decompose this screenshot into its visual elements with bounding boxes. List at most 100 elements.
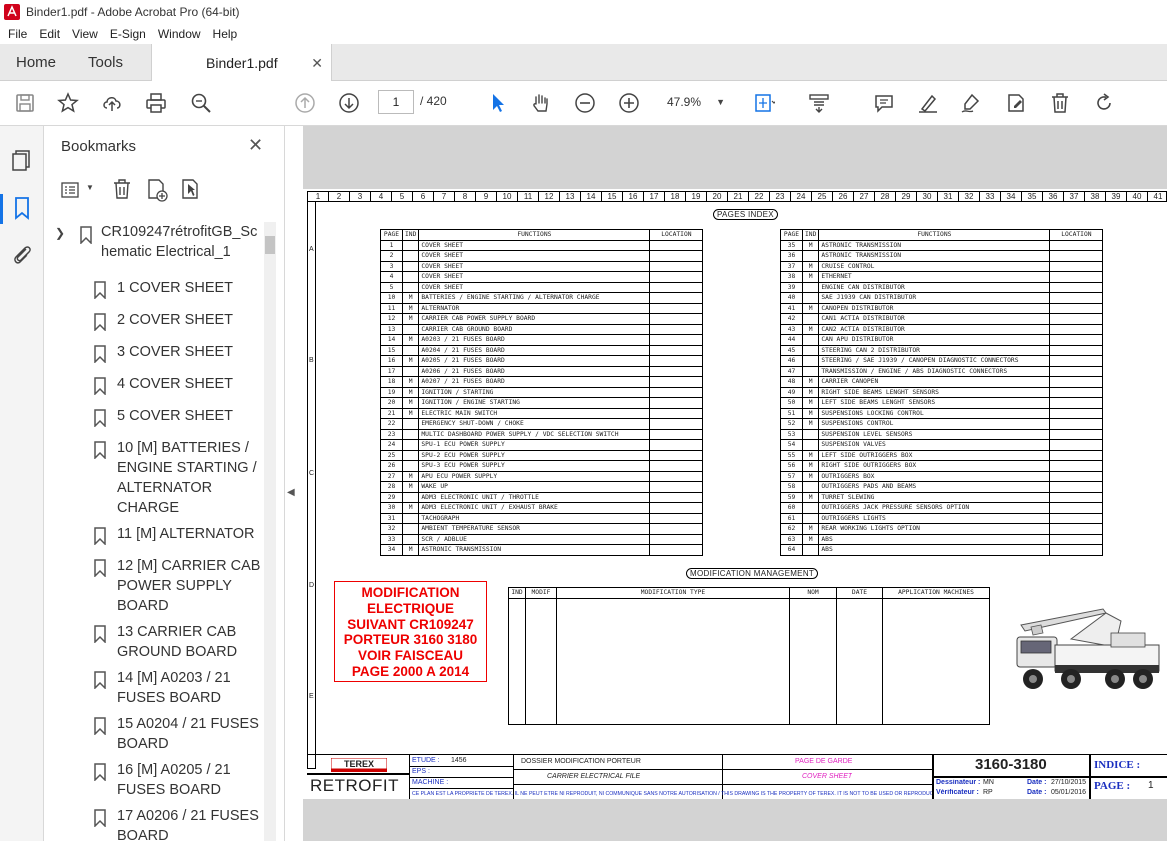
bookmark-star-icon[interactable] — [56, 91, 80, 115]
menu-view[interactable]: View — [66, 27, 104, 41]
options-chevron-icon[interactable]: ▼ — [86, 183, 94, 192]
highlight-pen-icon[interactable] — [916, 91, 940, 115]
index-function: CAN2 ACTIA DISTRIBUTOR — [818, 323, 1051, 335]
pages-index-title: PAGES INDEX — [713, 209, 778, 220]
note-line: PORTEUR 3160 3180 — [343, 632, 478, 648]
print-icon[interactable] — [144, 91, 168, 115]
index-function: SUSPENSION VALVES — [818, 439, 1051, 451]
index-location — [649, 512, 704, 524]
modification-cell — [556, 640, 790, 651]
hand-tool-icon[interactable] — [529, 91, 553, 115]
index-page: 11 — [380, 302, 403, 314]
index-page: 56 — [780, 460, 803, 472]
index-page: 21 — [380, 407, 403, 419]
index-row: 36 ASTRONIC TRANSMISSION — [780, 250, 1104, 262]
index-ind — [401, 428, 420, 440]
index-ind — [401, 533, 420, 545]
index-page: 43 — [780, 323, 803, 335]
index-row: 59 M TURRET SLEWING — [780, 491, 1104, 503]
rotate-icon[interactable] — [1092, 91, 1116, 115]
modification-cell — [836, 713, 883, 725]
bookmark-options-icon[interactable] — [61, 181, 83, 199]
bookmark-label: 13 CARRIER CAB GROUND BOARD — [117, 624, 238, 660]
dossier-label: DOSSIER MODIFICATION PORTEUR — [521, 758, 641, 765]
upload-cloud-icon[interactable] — [100, 91, 124, 115]
index-ind: M — [801, 397, 820, 409]
zoom-level-select[interactable]: 47.9% ▼ — [659, 90, 729, 114]
select-cursor-icon[interactable] — [486, 91, 510, 115]
new-bookmark-icon[interactable] — [145, 178, 169, 202]
index-location — [649, 376, 704, 388]
menu-edit[interactable]: Edit — [33, 27, 66, 41]
index-location — [1049, 470, 1104, 482]
index-page: 46 — [780, 355, 803, 367]
bookmark-icon — [94, 313, 106, 331]
zoom-search-icon[interactable] — [189, 91, 213, 115]
index-page: 59 — [780, 491, 803, 503]
scroll-mode-icon[interactable] — [807, 91, 831, 115]
index-function: ADM3 ELECTRONIC UNIT / THROTTLE — [418, 491, 651, 503]
index-page: 60 — [780, 502, 803, 514]
expand-chevron-icon[interactable]: ❯ — [55, 226, 65, 240]
document-viewer[interactable]: 1 2 3 4 5 6 7 8 9 10 11 12 13 14 15 16 17 18 19 20 21 22 23 24 2… — [303, 126, 1167, 841]
attachments-icon[interactable] — [10, 242, 34, 266]
comment-icon[interactable] — [872, 91, 896, 115]
scrollbar-thumb[interactable] — [265, 236, 275, 254]
page-thumbnails-icon[interactable] — [10, 148, 34, 172]
bookmark-label: 16 [M] A0205 / 21 FUSES BOARD — [117, 762, 231, 798]
bookmark-icon — [94, 441, 106, 459]
index-row: 17 A0206 / 21 FUSES BOARD — [380, 365, 704, 377]
ruler-column-number: 10 — [497, 192, 518, 201]
menu-help[interactable]: Help — [207, 27, 244, 41]
index-page: 34 — [380, 544, 403, 556]
index-page: 24 — [380, 439, 403, 451]
index-ind — [801, 439, 820, 451]
note-line: PAGE 2000 A 2014 — [351, 663, 470, 679]
page-number-input[interactable]: 1 — [378, 90, 414, 114]
zoom-out-icon[interactable] — [573, 91, 597, 115]
sign-icon[interactable] — [959, 91, 983, 115]
index-row: 63 M ABS — [780, 533, 1104, 545]
close-tab-icon[interactable]: ✕ — [311, 55, 323, 72]
tab-document[interactable]: Binder1.pdf ✕ — [151, 44, 332, 82]
modification-cell — [882, 619, 990, 630]
close-panel-icon[interactable]: ✕ — [248, 135, 263, 156]
index-location — [649, 281, 704, 293]
menu-file[interactable]: File — [2, 27, 33, 41]
menu-esign[interactable]: E-Sign — [104, 27, 152, 41]
delete-bookmark-icon[interactable] — [111, 178, 133, 200]
save-icon[interactable] — [13, 91, 37, 115]
edit-pdf-icon[interactable] — [1004, 91, 1028, 115]
modification-cell — [836, 661, 883, 672]
index-ind: M — [801, 491, 820, 503]
next-page-icon[interactable] — [337, 91, 361, 115]
modification-cell — [525, 661, 557, 672]
index-ind — [401, 239, 420, 251]
tab-home[interactable]: Home — [16, 44, 56, 81]
find-bookmark-icon[interactable] — [179, 178, 203, 202]
index-row: 28 M WAKE UP — [380, 481, 704, 493]
tab-tools[interactable]: Tools — [88, 44, 123, 81]
index-row: 14 M A0203 / 21 FUSES BOARD — [380, 334, 704, 346]
index-row: 15 A0204 / 21 FUSES BOARD — [380, 344, 704, 356]
bookmarks-panel-icon[interactable] — [10, 196, 34, 220]
menu-window[interactable]: Window — [152, 27, 207, 41]
zoom-in-icon[interactable] — [617, 91, 641, 115]
index-ind: M — [801, 460, 820, 472]
index-function: CANOPEN DISTRIBUTOR — [818, 302, 1051, 314]
index-function: SUSPENSION LEVEL SENSORS — [818, 428, 1051, 440]
index-ind: M — [801, 376, 820, 388]
bookmark-label: 17 A0206 / 21 FUSES BOARD — [117, 808, 259, 841]
delete-icon[interactable] — [1048, 91, 1072, 115]
bookmarks-scrollbar[interactable] — [264, 222, 276, 841]
collapse-panel-icon[interactable]: ◀ — [287, 487, 295, 498]
fit-page-icon[interactable] — [752, 91, 776, 115]
index-row: 20 M IGNITION / ENGINE STARTING — [380, 397, 704, 409]
note-line: ELECTRIQUE — [366, 600, 454, 616]
index-ind — [401, 323, 420, 335]
previous-page-icon[interactable] — [293, 91, 317, 115]
index-ind — [801, 313, 820, 325]
modification-cell — [882, 650, 990, 661]
modification-cell — [789, 650, 837, 661]
modification-cell — [525, 629, 557, 640]
